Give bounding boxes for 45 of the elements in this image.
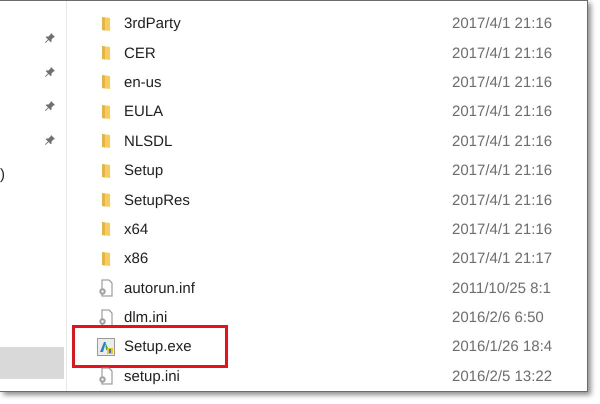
file-name[interactable]: SetupRes [124, 192, 454, 209]
file-name[interactable]: en-us [124, 74, 454, 91]
modified-date: 2017/4/1 21:17 [452, 250, 552, 268]
installer-icon [97, 338, 115, 356]
file-name[interactable]: x64 [124, 220, 454, 238]
file-name[interactable]: CER [124, 44, 454, 62]
settings-file-icon [98, 279, 114, 298]
modified-date: 2017/4/1 21:16 [452, 220, 552, 238]
modified-date: 2011/10/25 8:1 [452, 280, 551, 297]
folder-icon [101, 16, 111, 32]
folder-icon [101, 192, 111, 208]
pin-icon [44, 32, 56, 44]
folder-icon [101, 104, 111, 120]
folder-icon [101, 162, 111, 179]
nav-item[interactable] [0, 347, 64, 379]
file-name[interactable]: autorun.inf [124, 280, 454, 297]
modified-date: 2016/1/26 18:4 [452, 338, 552, 356]
modified-date: 2017/4/1 21:16 [452, 162, 552, 180]
pin-icon [44, 100, 56, 112]
folder-icon [101, 250, 111, 267]
settings-file-icon [98, 308, 114, 327]
nav-item-label[interactable]: ) [0, 166, 5, 182]
folder-icon [101, 221, 111, 238]
modified-date: 2017/4/1 21:16 [452, 44, 552, 62]
modified-date: 2017/4/1 21:16 [452, 103, 552, 120]
file-name[interactable]: EULA [124, 103, 454, 120]
file-name[interactable]: setup.ini [124, 368, 454, 385]
modified-date: 2017/4/1 21:16 [452, 15, 552, 32]
file-name[interactable]: Setup [124, 162, 454, 180]
file-name[interactable]: Setup.exe [124, 338, 454, 356]
settings-file-icon [98, 367, 114, 386]
modified-date: 2017/4/1 21:16 [452, 192, 552, 209]
file-name[interactable]: 3rdParty [124, 15, 454, 32]
modified-date: 2016/2/5 13:22 [452, 368, 552, 385]
pin-icon [44, 134, 56, 146]
file-name[interactable]: NLSDL [124, 132, 454, 150]
folder-icon [101, 74, 111, 90]
file-name[interactable]: x86 [124, 250, 454, 268]
folder-icon [101, 133, 111, 150]
folder-icon [101, 45, 111, 62]
modified-date: 2016/2/6 6:50 [452, 309, 544, 326]
modified-date: 2017/4/1 21:16 [452, 132, 552, 150]
modified-date: 2017/4/1 21:16 [452, 74, 552, 91]
file-name[interactable]: dlm.ini [124, 309, 454, 326]
pin-icon [44, 66, 56, 78]
